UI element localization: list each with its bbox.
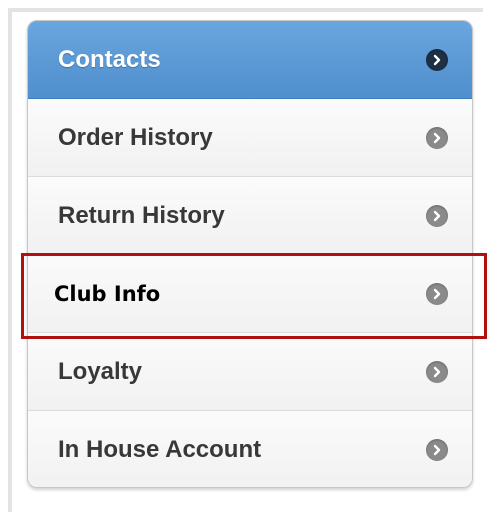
navigation-menu: Contacts Order History Return History Cl… <box>27 20 473 488</box>
chevron-right-icon <box>426 48 448 71</box>
chevron-right-icon <box>426 204 448 227</box>
chevron-right-icon <box>426 360 448 383</box>
menu-item-club-info[interactable]: Club Info <box>28 255 472 333</box>
menu-item-return-history[interactable]: Return History <box>28 177 472 255</box>
screenshot-canvas: Contacts Order History Return History Cl… <box>0 0 491 512</box>
menu-item-label: Loyalty <box>58 357 143 385</box>
menu-item-label: Club Info <box>54 281 161 306</box>
menu-item-loyalty[interactable]: Loyalty <box>28 333 472 411</box>
menu-item-contacts[interactable]: Contacts <box>28 21 472 99</box>
menu-item-label: Return History <box>58 201 225 229</box>
frame-left-border <box>8 8 12 512</box>
menu-item-label: Order History <box>58 123 213 151</box>
menu-item-label: Contacts <box>58 45 161 73</box>
frame-top-border <box>8 8 483 12</box>
menu-item-in-house-account[interactable]: In House Account <box>28 411 472 487</box>
chevron-right-icon <box>426 282 448 305</box>
chevron-right-icon <box>426 439 448 461</box>
menu-item-label: In House Account <box>58 436 262 463</box>
chevron-right-icon <box>426 126 448 149</box>
menu-item-order-history[interactable]: Order History <box>28 99 472 177</box>
